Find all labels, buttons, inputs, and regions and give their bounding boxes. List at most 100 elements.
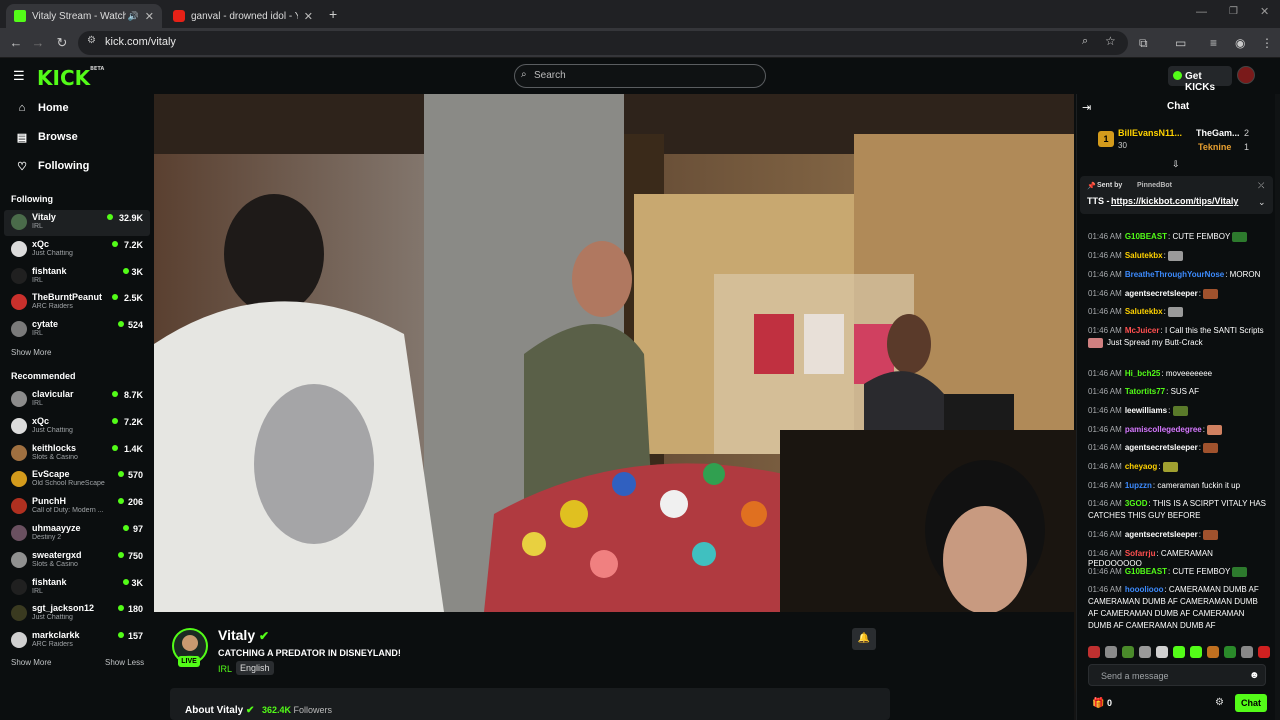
get-kicks-button[interactable]: Get KICKs xyxy=(1168,66,1232,93)
new-tab-icon[interactable]: + xyxy=(329,6,337,22)
sidebar-channel[interactable]: xQc Just Chatting 7.2K xyxy=(4,237,150,263)
sidebar-channel[interactable]: EvScape Old School RuneScape 570 xyxy=(4,467,150,493)
sidebar-channel[interactable]: TheBurntPeanut ARC Raiders 2.5K xyxy=(4,290,150,316)
bookmark-star-icon[interactable]: ☆ xyxy=(1105,34,1116,48)
language-tag[interactable]: English xyxy=(236,661,274,675)
sidebar-channel[interactable]: fishtank IRL 3K xyxy=(4,575,150,601)
show-more-button[interactable]: Show More xyxy=(11,348,51,357)
message-username[interactable]: agentsecretsleeper xyxy=(1125,443,1198,452)
quick-emote-icon[interactable] xyxy=(1190,646,1202,658)
viewer-count: 32.9K xyxy=(118,213,143,223)
show-less-button[interactable]: Show Less xyxy=(105,658,144,667)
leader-name[interactable]: BillEvansN11... xyxy=(1118,128,1182,138)
message-username[interactable]: agentsecretsleeper xyxy=(1125,289,1198,298)
message-username[interactable]: Salutekbx xyxy=(1125,251,1163,260)
media-control-icon[interactable]: ≡ xyxy=(1210,35,1217,51)
message-username[interactable]: agentsecretsleeper xyxy=(1125,530,1198,539)
url-text: kick.com/vitaly xyxy=(105,36,176,48)
back-icon[interactable]: ← xyxy=(8,35,24,51)
live-dot-icon xyxy=(112,391,119,397)
quick-emote-icon[interactable] xyxy=(1088,646,1100,658)
emoji-picker-icon[interactable]: ☻ xyxy=(1249,670,1260,681)
message-username[interactable]: 1upzzn xyxy=(1125,481,1152,490)
hamburger-menu-icon[interactable]: ☰ xyxy=(13,68,25,84)
message-username[interactable]: Salutekbx xyxy=(1125,307,1163,316)
sidebar-channel[interactable]: Vitaly IRL 32.9K xyxy=(4,210,150,236)
forward-icon[interactable]: → xyxy=(30,35,46,51)
quick-emote-icon[interactable] xyxy=(1173,646,1185,658)
quick-emote-icon[interactable] xyxy=(1224,646,1236,658)
notification-bell-icon[interactable]: 🔔 xyxy=(852,628,876,650)
sidebar-channel[interactable]: sweatergxd Slots & Casino 750 xyxy=(4,548,150,574)
send-chat-button[interactable]: Chat xyxy=(1235,694,1267,712)
message-username[interactable]: 3GOD xyxy=(1125,499,1148,508)
nav-browse[interactable]: ▤ Browse xyxy=(14,127,78,147)
browser-tab-active[interactable]: Vitaly Stream - Watch Live o 🔊 ✕ xyxy=(6,4,162,28)
message-username[interactable]: cheyaog xyxy=(1125,462,1157,471)
reload-icon[interactable]: ↻ xyxy=(54,35,70,51)
sidebar-channel[interactable]: uhmaayyze Destiny 2 97 xyxy=(4,521,150,547)
maximize-icon[interactable]: ❐ xyxy=(1229,6,1238,17)
sidebar-channel[interactable]: fishtank IRL 3K xyxy=(4,264,150,290)
streamer-name[interactable]: Vitaly ✔ xyxy=(218,627,269,643)
quick-emote-icon[interactable] xyxy=(1139,646,1151,658)
message-username[interactable]: BreatheThroughYourNose xyxy=(1125,270,1224,279)
site-info-icon[interactable]: ⚙ xyxy=(87,35,96,46)
message-username[interactable]: G10BEAST xyxy=(1125,232,1167,241)
close-window-icon[interactable]: ✕ xyxy=(1260,5,1269,18)
nav-home[interactable]: ⌂ Home xyxy=(14,98,69,118)
message-username[interactable]: Hi_bch25 xyxy=(1125,369,1161,378)
message-text: : CUTE FEMBOY xyxy=(1168,567,1231,577)
unpin-icon[interactable]: ⤫ xyxy=(1258,181,1264,191)
message-username[interactable]: pamiscollegedegree xyxy=(1125,425,1202,434)
sidebar-channel[interactable]: markclarkk ARC Raiders 157 xyxy=(4,628,150,654)
sidebar-channel[interactable]: xQc Just Chatting 7.2K xyxy=(4,414,150,440)
show-more-recommended-button[interactable]: Show More xyxy=(11,658,51,667)
user-avatar[interactable] xyxy=(1237,66,1255,84)
leader-name[interactable]: Teknine xyxy=(1198,142,1231,152)
cast-icon[interactable]: ▭ xyxy=(1175,35,1186,51)
message-username[interactable]: hoooliooo xyxy=(1125,585,1164,594)
quick-emote-icon[interactable] xyxy=(1241,646,1253,658)
message-username[interactable]: Sofarrju xyxy=(1125,549,1156,558)
leader-name[interactable]: TheGam... xyxy=(1196,128,1240,138)
menu-kebab-icon[interactable]: ⋮ xyxy=(1261,35,1273,51)
quick-emote-icon[interactable] xyxy=(1156,646,1168,658)
page-scrollbar[interactable] xyxy=(1275,94,1280,720)
quick-emote-icon[interactable] xyxy=(1207,646,1219,658)
pinned-message[interactable]: 📌 Sent by PinnedBot TTS - https://kickbo… xyxy=(1080,176,1273,214)
pinned-link[interactable]: https://kickbot.com/tips/Vitaly xyxy=(1111,196,1238,206)
sidebar-channel[interactable]: PunchH Call of Duty: Modern ... 206 xyxy=(4,494,150,520)
sidebar-channel[interactable]: keithlocks Slots & Casino 1.4K xyxy=(4,441,150,467)
expand-leaderboard-icon[interactable]: ⇩ xyxy=(1172,159,1180,170)
collapse-chat-icon[interactable]: ⇥ xyxy=(1082,101,1091,114)
sidebar-channel[interactable]: clavicular IRL 8.7K xyxy=(4,387,150,413)
quick-emote-icon[interactable] xyxy=(1105,646,1117,658)
message-username[interactable]: Tatortits77 xyxy=(1125,387,1165,396)
browser-tab[interactable]: ganval - drowned idol - YouTu ✕ xyxy=(165,4,321,28)
message-username[interactable]: McJuicer xyxy=(1125,326,1160,335)
sidebar-channel[interactable]: sgt_jackson12 Just Chatting 180 xyxy=(4,601,150,627)
chat-message-input[interactable]: Send a message ☻ xyxy=(1088,664,1266,686)
speaker-icon[interactable]: 🔊 xyxy=(128,11,139,22)
message-text: : cameraman fuckin it up xyxy=(1152,481,1241,490)
stream-category[interactable]: IRL xyxy=(218,664,232,674)
chevron-down-icon[interactable]: ⌄ xyxy=(1258,197,1266,208)
zoom-icon[interactable]: ⌕ xyxy=(1082,35,1088,48)
message-username[interactable]: G10BEAST xyxy=(1125,567,1167,576)
quick-emote-icon[interactable] xyxy=(1258,646,1270,658)
sidebar-channel[interactable]: cytate IRL 524 xyxy=(4,317,150,343)
kick-logo[interactable]: KICKBETA xyxy=(37,66,104,90)
close-tab-icon[interactable]: ✕ xyxy=(145,10,154,23)
search-input[interactable]: ⌕ Search xyxy=(514,64,766,88)
url-field[interactable]: ⚙ kick.com/vitaly ⌕ ☆ xyxy=(78,31,1128,55)
quick-emote-icon[interactable] xyxy=(1122,646,1134,658)
message-username[interactable]: leewilliams xyxy=(1125,406,1167,415)
nav-following[interactable]: ♡ Following xyxy=(14,156,89,176)
profile-icon[interactable]: ◉ xyxy=(1235,35,1245,51)
minimize-icon[interactable]: — xyxy=(1196,6,1207,18)
extensions-icon[interactable]: ⧉ xyxy=(1139,35,1148,51)
close-tab-icon[interactable]: ✕ xyxy=(304,10,313,23)
chat-settings-icon[interactable]: ⚙ xyxy=(1215,697,1224,708)
gift-icon[interactable]: 🎁 xyxy=(1092,698,1104,709)
